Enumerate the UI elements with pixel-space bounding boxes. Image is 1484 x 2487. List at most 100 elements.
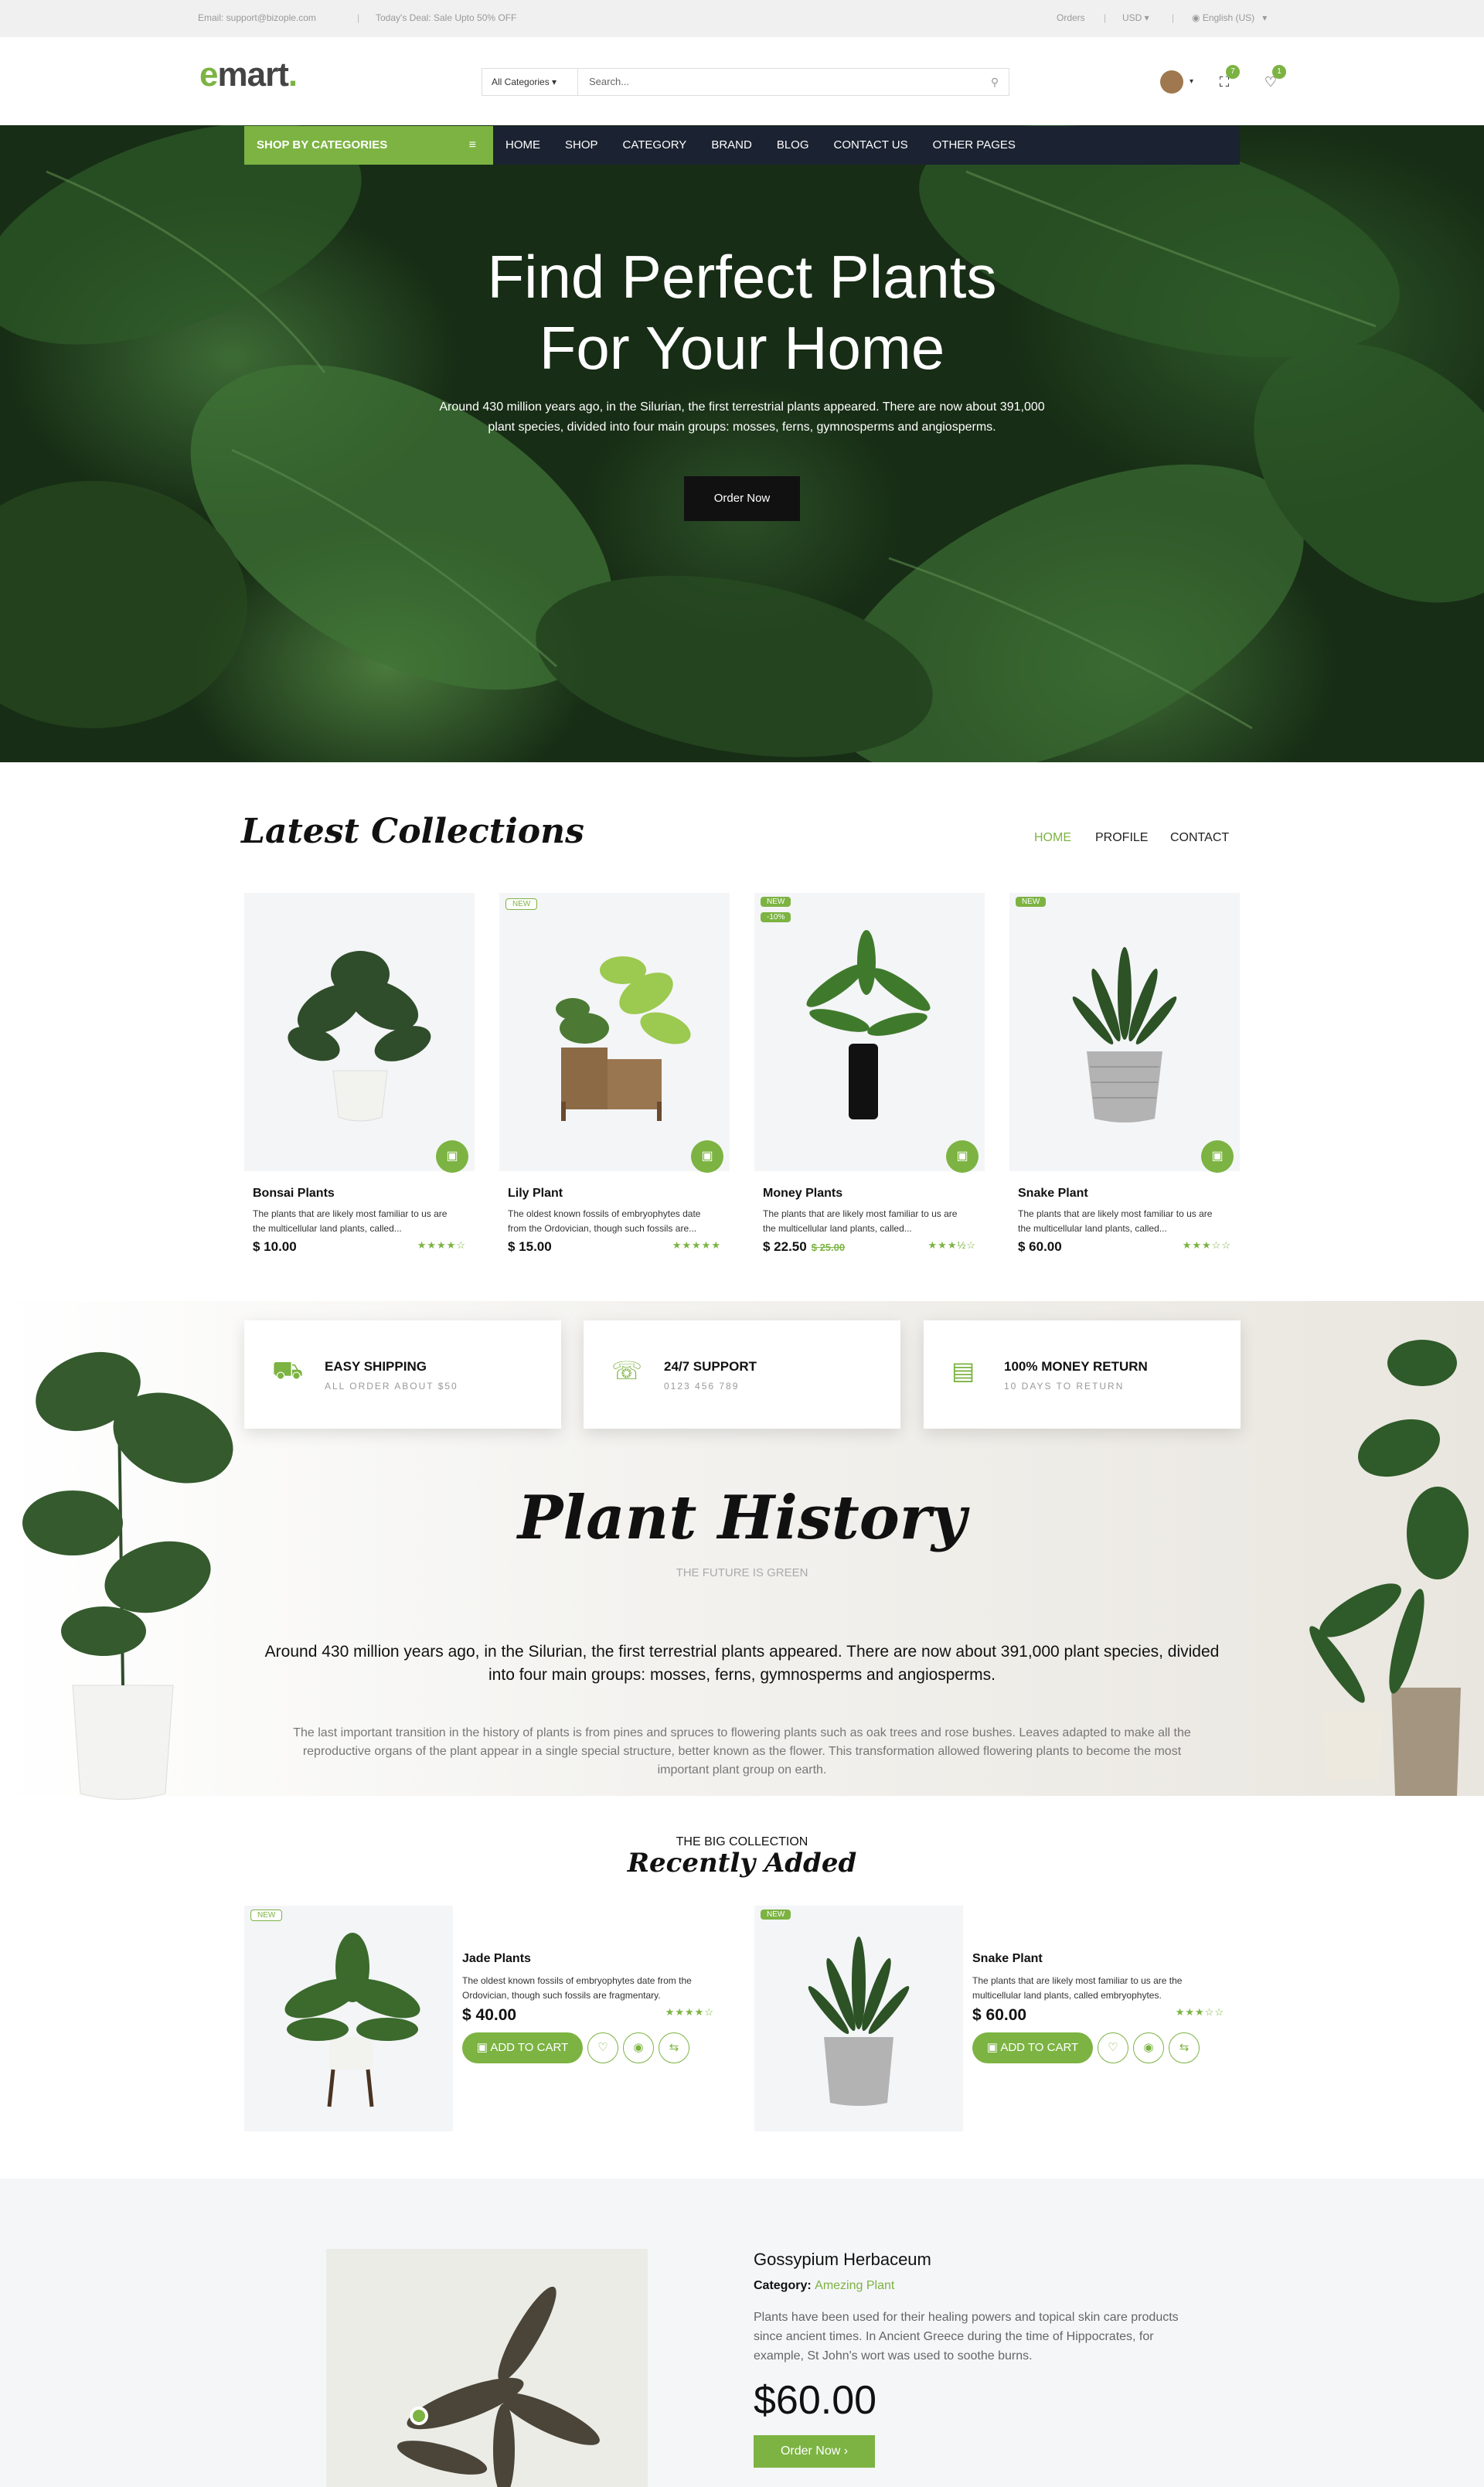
- product-name[interactable]: Jade Plants: [462, 1952, 740, 1966]
- product-name[interactable]: Bonsai Plants: [253, 1187, 466, 1201]
- nav-category[interactable]: CATEGORY: [623, 126, 687, 165]
- money-icon: ▤: [951, 1357, 975, 1385]
- tab-contact[interactable]: CONTACT: [1170, 831, 1229, 845]
- search-input[interactable]: Search...: [578, 69, 981, 95]
- quick-view-button[interactable]: ◉: [1133, 2032, 1164, 2063]
- discount-label: -10%: [761, 912, 791, 922]
- recent-product-image[interactable]: NEW: [754, 1906, 963, 2131]
- nav-brand[interactable]: BRAND: [711, 126, 752, 165]
- add-to-cart-button[interactable]: ▣: [691, 1140, 723, 1173]
- product-desc: The oldest known fossils of embryophytes…: [462, 1975, 692, 2001]
- featured-product-name[interactable]: Gossypium Herbaceum: [754, 2250, 931, 2270]
- wishlist-count-badge: 1: [1272, 65, 1286, 79]
- rating-stars: ★★★★☆: [417, 1239, 466, 1251]
- product-price: $ 10.00: [253, 1239, 297, 1254]
- cart-count-badge: 7: [1226, 65, 1240, 79]
- account-avatar[interactable]: ▾: [1156, 66, 1193, 97]
- cart-icon: ▣: [1211, 1150, 1224, 1163]
- new-label: NEW: [761, 897, 791, 907]
- section-title: Latest Collections: [241, 812, 584, 851]
- compare-button[interactable]: ⇆: [1169, 2032, 1200, 2063]
- recent-product-image[interactable]: NEW: [244, 1906, 453, 2131]
- quick-view-button[interactable]: ◉: [623, 2032, 654, 2063]
- featured-order-button[interactable]: Order Now ›: [754, 2435, 875, 2468]
- old-price: $ 25.00: [811, 1242, 846, 1253]
- tab-home[interactable]: HOME: [1034, 831, 1071, 845]
- cart-icon: ▣: [956, 1150, 968, 1163]
- orders-link[interactable]: Orders: [1057, 12, 1085, 23]
- logo[interactable]: emart.: [199, 56, 298, 94]
- add-to-cart-button[interactable]: ▣: [1201, 1140, 1234, 1173]
- tab-profile[interactable]: PROFILE: [1095, 831, 1148, 845]
- product-name[interactable]: Snake Plant: [972, 1952, 1251, 1966]
- featured-product-image[interactable]: [326, 2249, 648, 2487]
- feature-title: 100% MONEY RETURN: [1004, 1359, 1148, 1374]
- product-card[interactable]: NEW ▣: [499, 893, 730, 1173]
- order-now-button[interactable]: Order Now: [684, 476, 800, 521]
- truck-icon: ⛟: [272, 1356, 304, 1384]
- cart-button[interactable]: ⛶ 7: [1209, 65, 1240, 97]
- compare-button[interactable]: ⇆: [659, 2032, 689, 2063]
- nav-home[interactable]: HOME: [505, 126, 540, 165]
- new-label: NEW: [250, 1910, 283, 1921]
- category-dropdown[interactable]: All Categories ▾: [482, 69, 578, 95]
- currency-select[interactable]: USD ▾: [1122, 12, 1149, 23]
- language-select[interactable]: ◉ English (US) ▾: [1192, 12, 1267, 23]
- product-price: $ 60.00: [1018, 1239, 1062, 1254]
- support-email[interactable]: Email: support@bizople.com: [198, 12, 316, 23]
- history-title: Plant History: [517, 1483, 967, 1553]
- product-image: [397, 2286, 600, 2487]
- product-card[interactable]: NEW -10% ▣: [754, 893, 985, 1173]
- heart-icon: ♡: [1108, 2041, 1118, 2054]
- product-name[interactable]: Lily Plant: [508, 1187, 721, 1201]
- nav-other-pages[interactable]: OTHER PAGES: [933, 126, 1016, 165]
- product-name[interactable]: Money Plants: [763, 1187, 976, 1201]
- product-price: $ 15.00: [508, 1239, 552, 1254]
- recent-product-info: Jade Plants The oldest known fossils of …: [462, 1952, 740, 2063]
- wishlist-button[interactable]: ♡: [1098, 2032, 1128, 2063]
- nav-links: HOME SHOP CATEGORY BRAND BLOG CONTACT US…: [493, 126, 1028, 165]
- product-desc: The plants that are likely most familiar…: [763, 1208, 958, 1234]
- plant-decoration: [22, 1351, 233, 1800]
- product-info: Bonsai Plants The plants that are likely…: [253, 1187, 466, 1255]
- globe-icon: ◉: [1192, 12, 1200, 23]
- product-card[interactable]: NEW ▣: [1009, 893, 1240, 1173]
- support-icon: ☏: [611, 1357, 643, 1385]
- chevron-down-icon: ▾: [1189, 77, 1193, 86]
- shop-by-categories-button[interactable]: SHOP BY CATEGORIES ≡: [244, 126, 493, 165]
- top-bar: Email: support@bizople.com | Today's Dea…: [0, 0, 1484, 37]
- cart-icon: ▣: [476, 2041, 488, 2054]
- new-label: NEW: [1016, 897, 1047, 907]
- product-name[interactable]: Snake Plant: [1018, 1187, 1231, 1201]
- product-card[interactable]: ▣: [244, 893, 475, 1173]
- nav-contact-us[interactable]: CONTACT US: [834, 126, 908, 165]
- avatar: [1160, 70, 1183, 94]
- feature-title: 24/7 SUPPORT: [664, 1359, 757, 1374]
- rating-stars: ★★★☆☆: [1175, 2006, 1224, 2018]
- featured-product-section: [0, 2179, 1484, 2487]
- featured-product-price: $60.00: [754, 2378, 877, 2423]
- compare-icon: ⇆: [669, 2041, 679, 2054]
- category-link[interactable]: Amezing Plant: [815, 2279, 894, 2292]
- hero-banner: Find Perfect Plants For Your Home Around …: [0, 125, 1484, 762]
- wishlist-button[interactable]: ♡: [587, 2032, 618, 2063]
- divider: |: [1172, 12, 1175, 23]
- product-desc: The oldest known fossils of embryophytes…: [508, 1208, 701, 1234]
- cart-icon: ▣: [986, 2041, 998, 2054]
- add-to-cart-button[interactable]: ▣: [946, 1140, 979, 1173]
- feature-card: ⛟ EASY SHIPPING ALL ORDER ABOUT $50: [244, 1320, 561, 1429]
- product-image: [806, 930, 931, 1119]
- product-image: [284, 1933, 420, 2107]
- wishlist-button[interactable]: ♡ 1: [1255, 65, 1286, 97]
- search-bar: All Categories ▾ Search... ⚲: [482, 68, 1009, 96]
- feature-subtitle: 10 DAYS TO RETURN: [1004, 1381, 1125, 1392]
- add-to-cart-button[interactable]: ▣ ADD TO CART: [972, 2032, 1093, 2063]
- add-to-cart-button[interactable]: ▣: [436, 1140, 468, 1173]
- add-to-cart-button[interactable]: ▣ ADD TO CART: [462, 2032, 583, 2063]
- product-desc: The plants that are likely most familiar…: [972, 1975, 1183, 2001]
- feature-card: ▤ 100% MONEY RETURN 10 DAYS TO RETURN: [924, 1320, 1241, 1429]
- nav-blog[interactable]: BLOG: [777, 126, 809, 165]
- eye-icon: ◉: [633, 2041, 644, 2054]
- nav-shop[interactable]: SHOP: [565, 126, 598, 165]
- search-icon[interactable]: ⚲: [981, 69, 1009, 95]
